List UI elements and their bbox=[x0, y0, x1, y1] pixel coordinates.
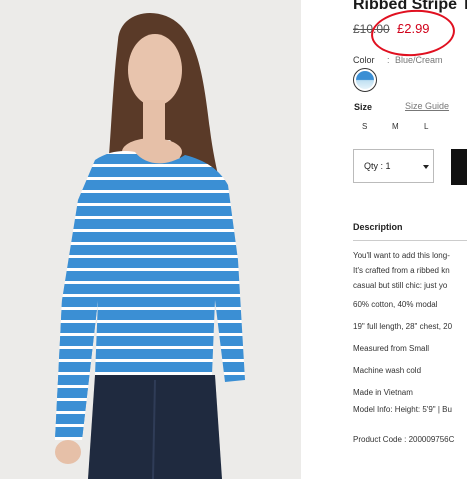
color-value: Blue/Cream bbox=[395, 55, 443, 65]
size-label: Size bbox=[354, 102, 373, 112]
color-swatch-blue-cream[interactable] bbox=[353, 68, 377, 92]
price-annotation-circle bbox=[369, 7, 457, 59]
description-line: casual but still chic: just yo bbox=[353, 281, 448, 290]
size-option-m[interactable]: M bbox=[392, 122, 399, 131]
model-image bbox=[0, 0, 301, 479]
size-guide-link[interactable]: Size Guide bbox=[405, 101, 449, 111]
description-line: 19" full length, 28" chest, 20 bbox=[353, 322, 453, 331]
description-line: Machine wash cold bbox=[353, 366, 422, 375]
description-line: Made in Vietnam bbox=[353, 388, 413, 397]
color-label: Color bbox=[353, 55, 375, 65]
color-separator: : bbox=[387, 55, 390, 65]
product-photo[interactable] bbox=[0, 0, 301, 479]
description-line: You'll want to add this long- bbox=[353, 251, 450, 260]
quantity-select[interactable]: Qty : 1 bbox=[353, 149, 434, 183]
size-option-s[interactable]: S bbox=[362, 122, 367, 131]
product-code: Product Code : 200009756C bbox=[353, 435, 455, 444]
description-line: 60% cotton, 40% modal bbox=[353, 300, 438, 309]
size-option-l[interactable]: L bbox=[424, 122, 428, 131]
caret-down-icon bbox=[423, 165, 429, 169]
description-line: Model Info: Height: 5'9" | Bu bbox=[353, 405, 452, 414]
description-heading: Description bbox=[353, 222, 403, 232]
description-line: Measured from Small bbox=[353, 344, 430, 353]
quantity-label: Qty : 1 bbox=[364, 161, 391, 171]
description-line: It's crafted from a ribbed kn bbox=[353, 266, 450, 275]
add-to-bag-button[interactable] bbox=[451, 149, 467, 185]
description-divider bbox=[353, 240, 467, 241]
